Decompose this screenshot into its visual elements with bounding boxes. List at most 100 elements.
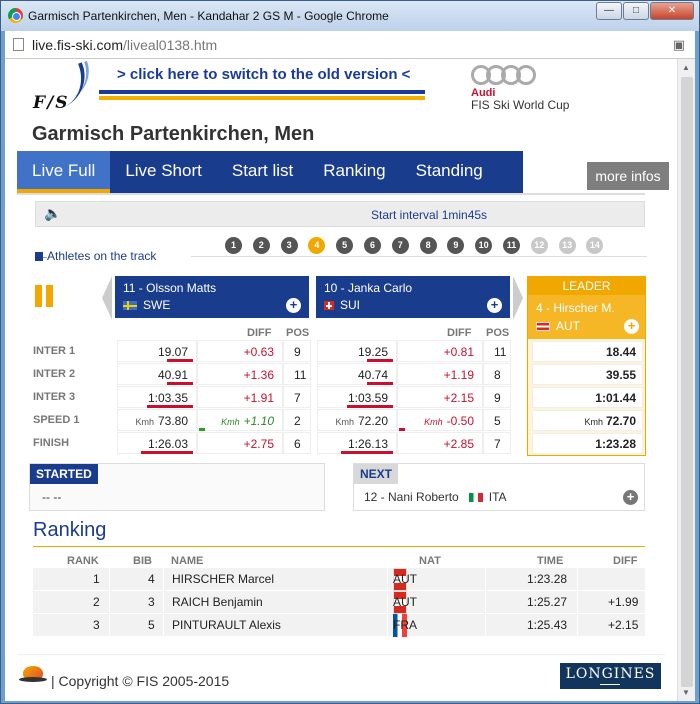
fis-hat-icon bbox=[19, 665, 47, 685]
split-diff: +2.85 bbox=[397, 432, 483, 454]
window-title: Garmisch Partenkirchen, Men - Kandahar 2… bbox=[28, 9, 389, 23]
name-cell: PINTURAULT Alexis bbox=[172, 618, 281, 632]
next-athlete: 12 - Nani Roberto ITA bbox=[364, 490, 507, 504]
switch-version-link[interactable]: > click here to switch to the old versio… bbox=[117, 66, 410, 83]
nat-column-header: NAT bbox=[419, 555, 441, 567]
athletes-on-track-label: Athletes on the track bbox=[35, 249, 156, 263]
tab-ranking[interactable]: Ranking bbox=[308, 151, 400, 193]
leader-panel: LEADER 4 - Hirscher M. AUT + 18.44 39.55… bbox=[527, 276, 646, 456]
bib-marker[interactable]: 1 bbox=[225, 237, 242, 254]
table-row[interactable]: 1 4 HIRSCHER Marcel AUT 1:23.28 bbox=[33, 568, 645, 591]
bib-marker[interactable]: 10 bbox=[475, 237, 493, 254]
leader-speed-1: Kmh 72.70 bbox=[532, 410, 643, 431]
austria-flag-icon bbox=[536, 322, 550, 331]
split-position: 2 bbox=[283, 409, 311, 431]
diff-cell: +2.15 bbox=[608, 618, 639, 632]
bib-cell: 4 bbox=[148, 572, 155, 586]
flag-icon bbox=[35, 252, 43, 261]
close-button[interactable]: ✕ bbox=[650, 2, 694, 20]
rank-column-header: RANK bbox=[67, 555, 99, 567]
tab-standing[interactable]: Standing bbox=[401, 151, 498, 193]
split-position: 9 bbox=[483, 386, 511, 408]
split-label-inter-1: INTER 1 bbox=[33, 345, 76, 357]
split-indicator-bar bbox=[367, 382, 393, 385]
vertical-scrollbar[interactable]: ▲ ▼ bbox=[677, 59, 695, 701]
audi-sponsor-logo: Audi FIS Ski World Cup bbox=[471, 65, 591, 113]
italy-flag-icon bbox=[468, 493, 483, 502]
scroll-down-icon[interactable]: ▼ bbox=[682, 688, 690, 697]
bib-marker[interactable]: 5 bbox=[336, 237, 354, 254]
name-cell: HIRSCHER Marcel bbox=[172, 572, 275, 586]
start-interval-text: Start interval 1min45s bbox=[371, 208, 488, 222]
tab-live-short[interactable]: Live Short bbox=[110, 151, 217, 193]
split-indicator-bar bbox=[167, 359, 193, 362]
split-position: 9 bbox=[283, 340, 311, 362]
pause-icon[interactable] bbox=[35, 285, 55, 307]
sweden-flag-icon bbox=[123, 301, 137, 310]
leader-details-plus-icon[interactable]: + bbox=[624, 319, 639, 334]
url-text[interactable]: live.fis-ski.com/liveal0138.htm bbox=[32, 37, 217, 53]
bib-marker[interactable]: 8 bbox=[419, 237, 437, 254]
speaker-icon[interactable]: 🔈 bbox=[44, 206, 61, 220]
split-indicator-bar bbox=[199, 428, 205, 431]
longines-logo: LONGINES bbox=[560, 663, 661, 689]
next-heading: NEXT bbox=[354, 464, 399, 484]
minimize-button[interactable]: — bbox=[596, 2, 622, 20]
bib-marker[interactable]: 6 bbox=[364, 237, 381, 254]
athlete-card-1: 11 - Olsson Matts SWE + bbox=[115, 276, 309, 318]
tab-start-list[interactable]: Start list bbox=[217, 151, 308, 193]
pos-header: POS bbox=[486, 327, 510, 339]
bib-marker[interactable]: 13 bbox=[558, 237, 576, 254]
bib-marker[interactable]: 14 bbox=[586, 237, 604, 254]
bib-marker[interactable]: 7 bbox=[391, 237, 409, 254]
bib-marker[interactable]: 11 bbox=[503, 237, 520, 254]
athlete-details-plus-icon[interactable]: + bbox=[286, 298, 301, 313]
split-position: 11 bbox=[283, 363, 311, 385]
tab-divider bbox=[17, 193, 645, 195]
athlete-name: 11 - Olsson Matts bbox=[123, 281, 217, 295]
split-indicator-bar bbox=[399, 428, 405, 431]
athlete-card-2: 10 - Janka Carlo SUI + bbox=[316, 276, 510, 318]
athlete-name: 10 - Janka Carlo bbox=[324, 281, 413, 295]
maximize-button[interactable]: □ bbox=[623, 2, 649, 20]
diff-header: DIFF bbox=[447, 327, 472, 339]
split-indicator-bar bbox=[367, 359, 393, 362]
next-details-plus-icon[interactable]: + bbox=[623, 490, 638, 505]
ranking-title: Ranking bbox=[33, 519, 107, 541]
scrollbar-thumb[interactable] bbox=[681, 77, 693, 687]
split-label-finish: FINISH bbox=[33, 437, 70, 449]
rank-cell: 2 bbox=[93, 595, 100, 609]
split-indicator-bar bbox=[141, 451, 193, 454]
more-infos-button[interactable]: more infos bbox=[587, 162, 669, 190]
split-position: 11 bbox=[483, 340, 511, 362]
bib-column-header: BIB bbox=[133, 555, 152, 567]
address-bar[interactable]: live.fis-ski.com/liveal0138.htm ▣ bbox=[5, 31, 695, 59]
athlete-nation: SWE bbox=[143, 298, 171, 312]
table-row[interactable]: 2 3 RAICH Benjamin AUT 1:25.27 +1.99 bbox=[33, 591, 645, 614]
next-athlete-arrow[interactable] bbox=[513, 276, 523, 320]
bib-marker[interactable]: 3 bbox=[280, 237, 298, 254]
split-diff: +0.63 bbox=[197, 340, 283, 362]
split-diff: Kmh -0.50 bbox=[397, 409, 483, 431]
bib-marker[interactable]: 4 bbox=[308, 237, 326, 254]
translate-icon[interactable]: ▣ bbox=[673, 37, 685, 53]
split-indicator-bar bbox=[341, 451, 393, 454]
bib-marker[interactable]: 2 bbox=[252, 237, 270, 254]
split-diff: +1.19 bbox=[397, 363, 483, 385]
fis-logo: F/S bbox=[31, 60, 98, 117]
switzerland-flag-icon bbox=[324, 301, 334, 310]
nav-tabs: Live Full Live Short Start list Ranking … bbox=[17, 151, 523, 193]
table-row[interactable]: 3 5 PINTURAULT Alexis FRA 1:25.43 +2.15 bbox=[33, 614, 645, 637]
tab-live-full[interactable]: Live Full bbox=[17, 151, 111, 193]
previous-athlete-arrow[interactable] bbox=[102, 276, 112, 320]
split-diff: +2.75 bbox=[197, 432, 283, 454]
time-cell: 1:25.27 bbox=[527, 595, 568, 609]
bib-marker[interactable]: 9 bbox=[447, 237, 465, 254]
scroll-up-icon[interactable]: ▲ bbox=[682, 63, 690, 72]
athlete-nation: SUI bbox=[340, 298, 361, 312]
audi-rings-icon bbox=[471, 65, 591, 85]
split-indicator-bar bbox=[347, 405, 393, 408]
bib-cell: 5 bbox=[148, 618, 155, 632]
bib-marker[interactable]: 12 bbox=[530, 237, 548, 254]
athlete-details-plus-icon[interactable]: + bbox=[487, 298, 502, 313]
